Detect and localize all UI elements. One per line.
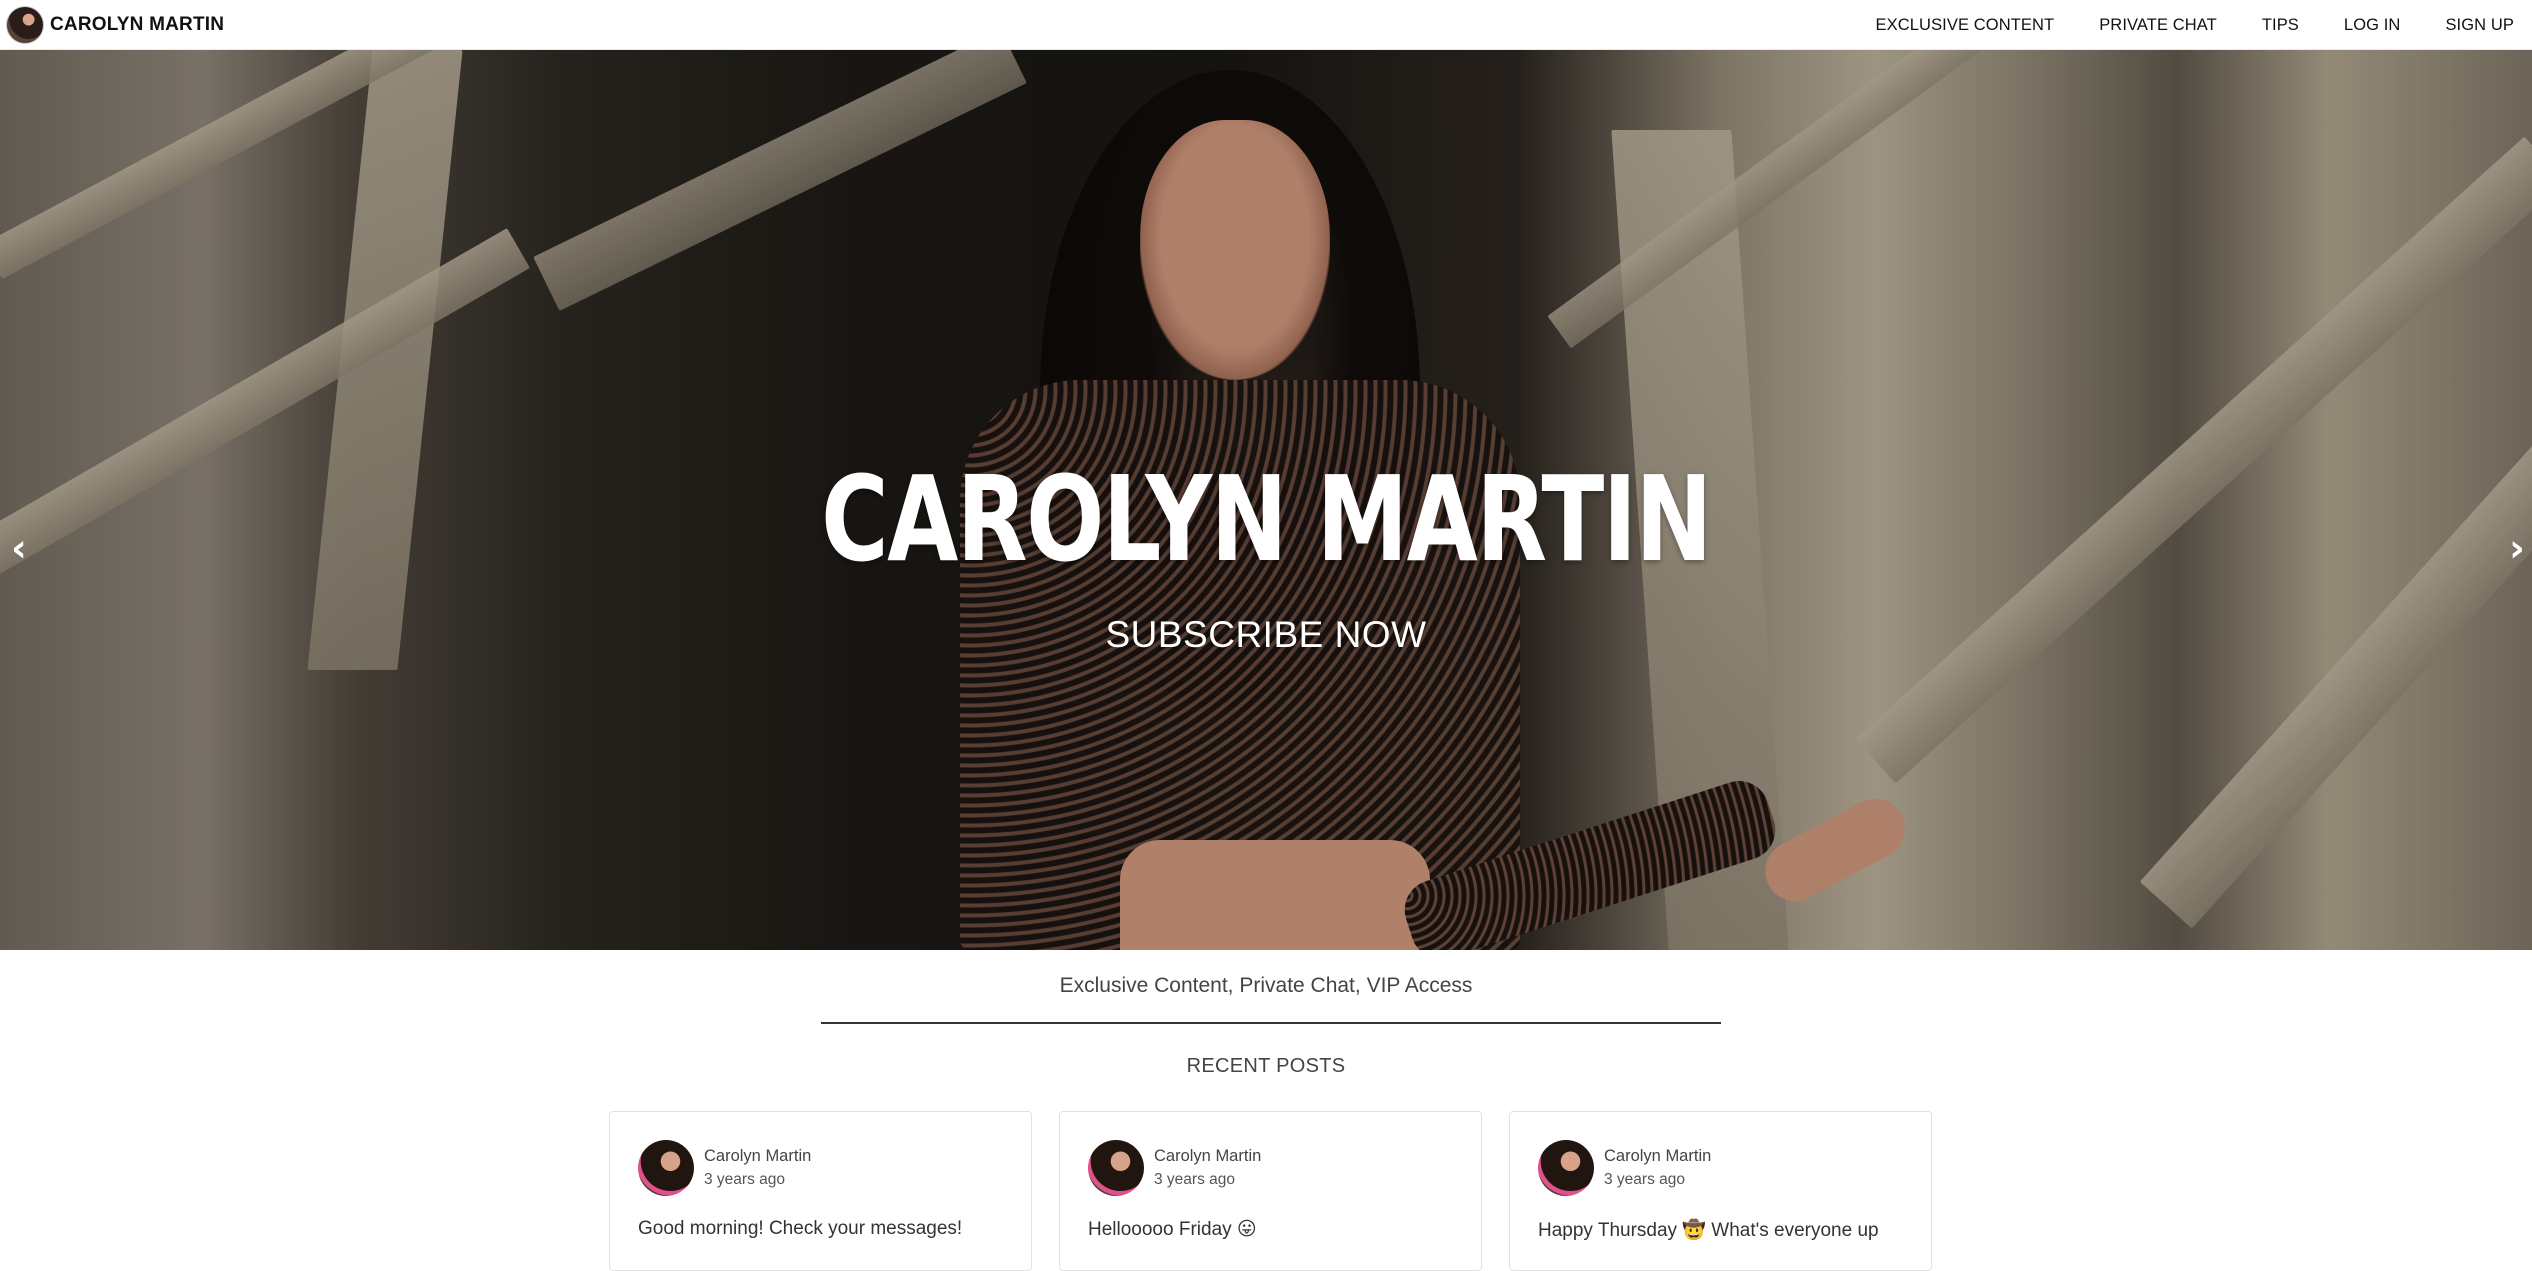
recent-posts-title: RECENT POSTS <box>1186 1055 1346 1077</box>
section-divider <box>821 1022 1721 1024</box>
brand-link[interactable]: CAROLYN MARTIN <box>6 5 225 44</box>
nav-links: EXCLUSIVE CONTENT PRIVATE CHAT TIPS LOG … <box>1876 0 2514 50</box>
top-navbar: CAROLYN MARTIN EXCLUSIVE CONTENT PRIVATE… <box>0 0 2532 50</box>
post-text: Happy Thursday 🤠 What's everyone up <box>1538 1220 1879 1241</box>
post-text: Hellooooo Friday 😛 <box>1088 1219 1257 1240</box>
post-time: 3 years ago <box>1154 1171 1235 1188</box>
post-header: Carolyn Martin 3 years ago <box>638 1140 1003 1196</box>
hero-carousel: CAROLYN MARTIN SUBSCRIBE NOW ‹ › <box>0 50 2532 950</box>
avatar <box>1088 1140 1144 1196</box>
recent-posts-list: Carolyn Martin 3 years ago Good morning!… <box>609 1111 1933 1271</box>
chevron-right-icon[interactable]: › <box>2502 528 2532 568</box>
nav-exclusive-content[interactable]: EXCLUSIVE CONTENT <box>1876 16 2055 35</box>
post-meta: Carolyn Martin 3 years ago <box>1604 1147 1711 1189</box>
avatar <box>638 1140 694 1196</box>
nav-private-chat[interactable]: PRIVATE CHAT <box>2099 16 2217 35</box>
post-text: Good morning! Check your messages! <box>638 1218 963 1239</box>
post-header: Carolyn Martin 3 years ago <box>1538 1140 1903 1196</box>
nav-sign-up[interactable]: SIGN UP <box>2445 16 2514 35</box>
post-card[interactable]: Carolyn Martin 3 years ago Good morning!… <box>609 1111 1032 1271</box>
post-author[interactable]: Carolyn Martin <box>1154 1147 1261 1166</box>
chevron-left-icon[interactable]: ‹ <box>4 528 34 568</box>
subscribe-now-button[interactable]: SUBSCRIBE NOW <box>0 614 2532 656</box>
post-card[interactable]: Carolyn Martin 3 years ago Happy Thursda… <box>1509 1111 1932 1271</box>
post-meta: Carolyn Martin 3 years ago <box>1154 1147 1261 1189</box>
post-card[interactable]: Carolyn Martin 3 years ago Hellooooo Fri… <box>1059 1111 1482 1271</box>
post-header: Carolyn Martin 3 years ago <box>1088 1140 1453 1196</box>
hero-title: CAROLYN MARTIN <box>821 450 1712 588</box>
brand-avatar <box>6 5 44 44</box>
nav-tips[interactable]: TIPS <box>2262 16 2299 35</box>
nav-log-in[interactable]: LOG IN <box>2344 16 2401 35</box>
post-meta: Carolyn Martin 3 years ago <box>704 1147 811 1189</box>
tagline: Exclusive Content, Private Chat, VIP Acc… <box>1059 974 1473 997</box>
avatar <box>1538 1140 1594 1196</box>
post-time: 3 years ago <box>1604 1171 1685 1188</box>
brand-name: CAROLYN MARTIN <box>50 13 225 35</box>
post-author[interactable]: Carolyn Martin <box>704 1147 811 1166</box>
post-time: 3 years ago <box>704 1171 785 1188</box>
post-author[interactable]: Carolyn Martin <box>1604 1147 1711 1166</box>
